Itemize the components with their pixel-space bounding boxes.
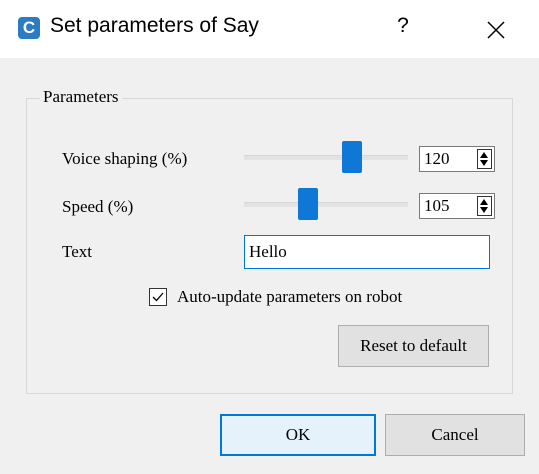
slider-thumb[interactable] xyxy=(342,141,363,173)
ok-button[interactable]: OK xyxy=(220,414,376,456)
voice-shaping-slider[interactable] xyxy=(244,139,408,175)
slider-thumb[interactable] xyxy=(297,188,318,220)
cancel-button[interactable]: Cancel xyxy=(385,414,525,456)
slider-track xyxy=(244,202,408,207)
spin-up-icon[interactable] xyxy=(480,199,488,205)
auto-update-checkbox[interactable] xyxy=(149,288,167,306)
help-button[interactable]: ? xyxy=(388,14,418,44)
spin-arrows[interactable] xyxy=(477,196,492,216)
text-input[interactable] xyxy=(244,235,490,269)
auto-update-label[interactable]: Auto-update parameters on robot xyxy=(177,287,402,307)
spin-down-icon[interactable] xyxy=(480,160,488,166)
parameters-group-title: Parameters xyxy=(40,87,122,107)
close-button[interactable] xyxy=(478,12,514,48)
app-icon: C xyxy=(18,17,40,39)
reset-to-default-button[interactable]: Reset to default xyxy=(338,325,489,367)
spin-up-icon[interactable] xyxy=(480,152,488,158)
voice-shaping-spinbox[interactable]: 120 xyxy=(419,146,495,172)
text-label: Text xyxy=(62,242,92,261)
window-title: Set parameters of Say xyxy=(50,14,259,37)
spin-down-icon[interactable] xyxy=(480,207,488,213)
title-bar: C Set parameters of Say ? xyxy=(0,0,539,58)
speed-slider[interactable] xyxy=(244,186,408,222)
voice-shaping-label: Voice shaping (%) xyxy=(62,149,188,168)
checkmark-icon xyxy=(152,292,164,302)
speed-value[interactable]: 105 xyxy=(424,196,450,216)
slider-track xyxy=(244,155,408,160)
spin-arrows[interactable] xyxy=(477,149,492,169)
voice-shaping-value[interactable]: 120 xyxy=(424,149,450,169)
speed-label: Speed (%) xyxy=(62,197,134,216)
speed-spinbox[interactable]: 105 xyxy=(419,193,495,219)
close-icon xyxy=(487,21,505,39)
